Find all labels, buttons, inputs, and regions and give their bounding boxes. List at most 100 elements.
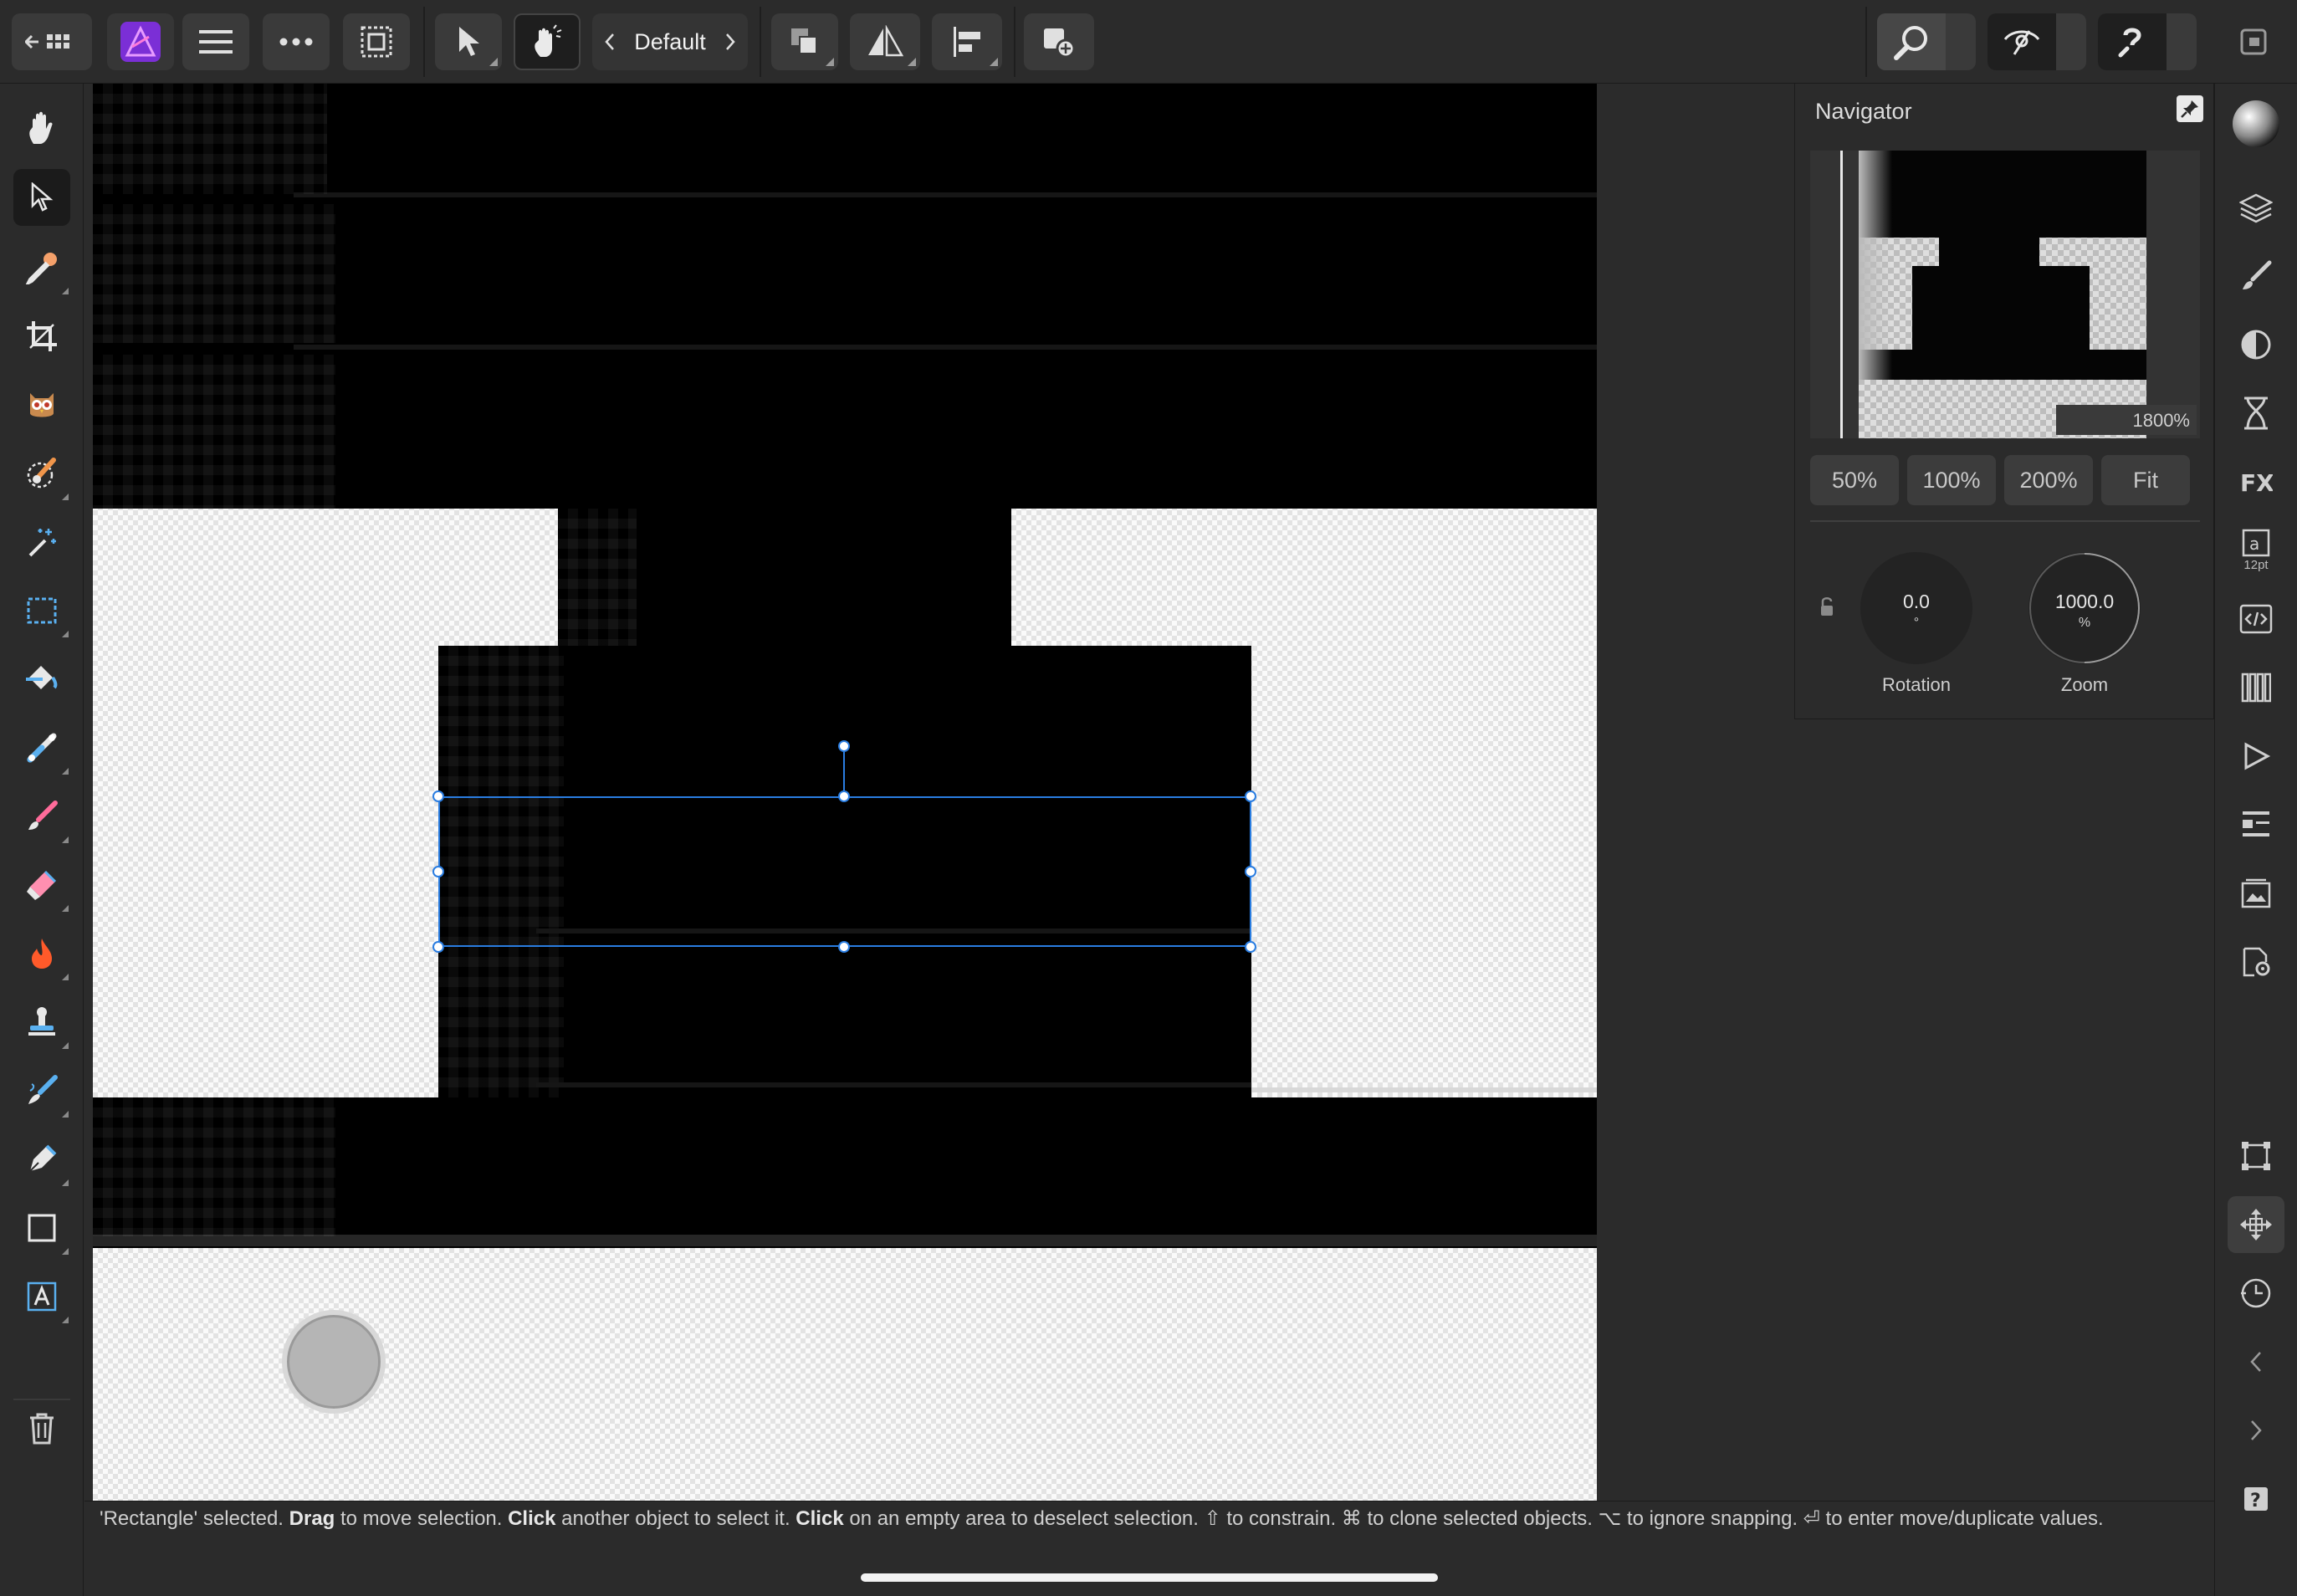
dropdown-corner (62, 1317, 69, 1323)
move-tool[interactable] (13, 169, 70, 226)
clone-tool[interactable] (13, 994, 70, 1051)
color-picker-tool[interactable] (13, 239, 70, 296)
history-clock-studio[interactable] (2228, 1265, 2284, 1322)
handle-bottom[interactable] (838, 941, 850, 953)
move-tool-button[interactable] (435, 13, 502, 70)
selection-box[interactable] (438, 796, 1251, 947)
rectangle-tool[interactable] (13, 1200, 70, 1256)
view-zoom-button[interactable] (1877, 13, 1976, 70)
rotation-handle[interactable] (838, 740, 850, 752)
flip-button[interactable] (850, 13, 920, 70)
persona-selector[interactable]: Default (592, 13, 748, 70)
studio-bar: FX a 12pt ? (2214, 84, 2297, 1596)
channels-studio[interactable] (2228, 659, 2284, 716)
navigator-studio[interactable] (2228, 1196, 2284, 1253)
home-indicator[interactable] (861, 1573, 1438, 1582)
transform-studio[interactable] (2228, 796, 2284, 853)
touch-indicator[interactable] (282, 1310, 386, 1414)
thumb-gradient (1859, 151, 1892, 380)
brushes-studio[interactable] (2228, 248, 2284, 304)
handle-top-right[interactable] (1245, 790, 1256, 802)
zoom-fit-button[interactable]: Fit (2101, 455, 2190, 505)
touch-modifier-button[interactable] (514, 13, 581, 70)
add-layer-icon (1044, 28, 1076, 59)
add-layer-button[interactable] (1024, 13, 1094, 70)
settings-studio[interactable] (2228, 934, 2284, 990)
navigator-thumbnail (1859, 151, 2146, 438)
text-tool[interactable] (13, 1268, 70, 1325)
zoom-50-button[interactable]: 50% (1810, 455, 1899, 505)
red-eye-tool[interactable] (13, 376, 70, 433)
dropdown-corner (62, 631, 69, 637)
more-button[interactable] (263, 13, 330, 70)
dropdown-corner (62, 836, 69, 843)
thumb-black (1859, 151, 2146, 238)
brush-icon (2243, 260, 2272, 289)
view-mode-button[interactable] (1987, 13, 2086, 70)
handle-top-left[interactable] (432, 790, 444, 802)
effects-studio[interactable]: FX (2228, 453, 2284, 510)
affinity-photo-icon (120, 22, 161, 62)
adjustments-studio[interactable] (2228, 316, 2284, 373)
character-studio[interactable]: a 12pt (2228, 522, 2284, 579)
navigator-panel: Navigator 1800% 50% 100% 200% Fit 0.0 ° (1794, 84, 2214, 719)
play-studio[interactable] (2228, 728, 2284, 785)
zoom-200-button[interactable]: 200% (2004, 455, 2093, 505)
burn-tool[interactable] (13, 925, 70, 982)
gradient-tool[interactable] (13, 719, 70, 776)
menu-button[interactable] (182, 13, 249, 70)
align-button[interactable] (932, 13, 1002, 70)
clock-icon (2241, 1278, 2271, 1308)
status-keyword: Click (796, 1507, 844, 1530)
crop-tool[interactable] (13, 308, 70, 365)
chevron-right-icon (2251, 1420, 2262, 1440)
view-tool[interactable] (13, 100, 70, 157)
pin-icon (2181, 100, 2198, 118)
back-apps-button[interactable] (12, 13, 92, 70)
handle-right[interactable] (1245, 866, 1256, 877)
gear-doc-icon (2243, 947, 2270, 977)
row-seam (294, 192, 1597, 197)
handle-top[interactable] (838, 790, 850, 802)
pointer-icon (459, 27, 479, 56)
app-logo[interactable] (107, 13, 174, 70)
stock-studio[interactable] (2228, 865, 2284, 922)
window-button[interactable] (2225, 13, 2282, 70)
delete-button[interactable] (13, 1399, 70, 1455)
status-text-part: to move selection. (335, 1507, 509, 1530)
arrange-button[interactable] (771, 13, 838, 70)
selection-brush-tool[interactable] (13, 445, 70, 502)
erase-brush-tool[interactable] (13, 857, 70, 913)
zoom-dial[interactable]: 1000.0 % (2028, 552, 2141, 664)
handle-left[interactable] (432, 866, 444, 877)
layers-studio[interactable] (2228, 179, 2284, 236)
flood-fill-tool[interactable] (13, 651, 70, 708)
history-studio[interactable] (2228, 385, 2284, 442)
marquee-tool[interactable] (13, 582, 70, 639)
color-studio[interactable] (2228, 95, 2284, 152)
handle-bottom-left[interactable] (432, 941, 444, 953)
handle-bottom-right[interactable] (1245, 941, 1256, 953)
navigator-preview[interactable]: 1800% (1810, 151, 2200, 438)
pin-button[interactable] (2177, 95, 2203, 122)
zoom-100-button[interactable]: 100% (1907, 455, 1996, 505)
document-canvas[interactable] (93, 84, 1597, 1501)
macro-studio[interactable] (2228, 591, 2284, 647)
dropdown-corner (62, 905, 69, 912)
view-zoom-inner (1877, 13, 1946, 70)
selection-button[interactable] (343, 13, 410, 70)
paint-brush-tool[interactable] (13, 788, 70, 845)
help-button[interactable]: ? (2228, 1471, 2284, 1527)
rotation-dial[interactable]: 0.0 ° (1860, 552, 1972, 664)
snapping-button[interactable] (2228, 1128, 2284, 1184)
pen-tool[interactable] (13, 1131, 70, 1188)
smudge-tool[interactable] (13, 1062, 70, 1119)
thumb-black (1912, 321, 2090, 350)
redo-button[interactable] (2228, 1402, 2284, 1459)
dropdown-corner (990, 58, 998, 66)
lock-icon[interactable] (1820, 596, 1834, 617)
assistant-button[interactable] (2098, 13, 2197, 70)
undo-button[interactable] (2228, 1333, 2284, 1390)
flood-select-tool[interactable] (13, 514, 70, 570)
list-icon (2243, 811, 2269, 836)
